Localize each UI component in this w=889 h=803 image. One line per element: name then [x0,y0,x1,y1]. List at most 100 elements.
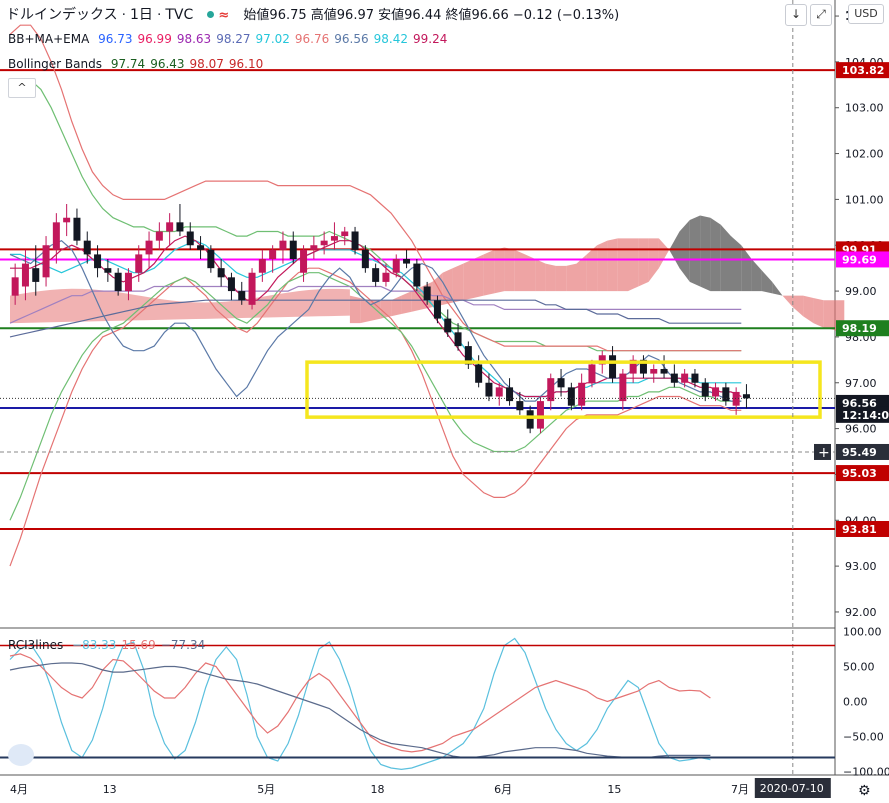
legend-label: RCI3lines [8,638,64,652]
legend-value: 98.42 [373,32,408,46]
legend-value: 97.02 [255,32,290,46]
legend-value: 97.74 [110,57,146,71]
candle-body [52,222,60,250]
download-icon[interactable]: ↓ [785,4,807,26]
fullscreen-icon[interactable]: ⤢ [810,4,832,26]
candle-body [238,291,246,301]
legend-rci[interactable]: RCI3lines −83.33 15.69 −77.34 [8,638,215,652]
candle-body [351,231,359,250]
kumo-segment [473,254,484,298]
candle-body [207,249,215,269]
candle-body [475,364,483,383]
candle-body [330,236,338,241]
candle-body [145,240,153,255]
wave-icon[interactable]: ≈ [218,8,229,23]
kumo-segment [360,297,371,324]
currency-button[interactable]: USD [848,4,884,24]
candle-body [94,254,102,269]
legend-label: Bollinger Bands [8,57,102,71]
candle-body [21,263,29,287]
candle-body [300,249,308,273]
time-axis-label: 4月 [10,783,28,796]
candle-body [516,401,524,411]
source-label: TVC [165,7,194,23]
candle-body [433,300,441,319]
kumo-segment [535,258,546,292]
candle-body [320,240,328,246]
candle-body [11,277,19,296]
kumo-segment [617,238,628,292]
candle-body [742,394,750,399]
kumo-segment [452,263,464,303]
legend-label: BB+MA+EMA [8,32,90,46]
price-tick-label: 92.00 [845,606,877,619]
price-tick-label: 101.00 [845,193,884,206]
close-value: 終値96.66 [445,8,509,23]
header-separator: · [121,8,130,23]
price-label: 99.69 [842,253,877,266]
legend-value: −83.33 [72,638,117,652]
candle-body [186,231,194,246]
candle-body [114,272,122,292]
candle-body [269,249,277,259]
legend-bbmaema[interactable]: BB+MA+EMA 96.73 96.99 98.63 98.27 97.02 96.76… [8,32,457,46]
candle-body [310,245,318,250]
legend-value: 98.27 [216,32,251,46]
kumo-segment [597,240,608,292]
kumo-segment [370,300,381,321]
symbol-name[interactable]: ドルインデックス [6,7,118,23]
rci-tick-label: 0.00 [843,696,868,709]
candle-body [73,217,81,241]
legend-value: 98.07 [189,57,224,71]
high-value: 高値96.97 [310,8,374,23]
candle-body [660,369,668,374]
market-status-icon [207,11,215,18]
price-label: 95.03 [842,467,877,480]
chart-canvas[interactable]: 105.00104.00103.00102.00101.00100.0099.0… [0,0,889,803]
legend-value: 96.76 [294,32,330,46]
candle-body [248,272,256,305]
candle-body [578,382,586,406]
candle-body [227,277,235,292]
candle-body [361,249,369,269]
candle-body [341,231,349,237]
candle-body [197,245,205,250]
kumo-segment [483,249,495,296]
legend-bollinger[interactable]: Bollinger Bands 97.74 96.43 98.07 96.10 [8,57,273,71]
candle-body [691,373,699,383]
price-tick-label: 96.00 [845,423,877,436]
rci-tick-label: 50.00 [843,661,875,674]
legend-value: 96.73 [98,32,133,46]
legend-values: 96.73 96.99 98.63 98.27 97.02 96.76 96.56 98.42… [98,32,452,46]
kumo-segment [813,297,824,328]
cloud-icon[interactable] [8,744,34,766]
candle-body [681,373,689,383]
interval-label[interactable]: 1日 [130,7,153,23]
candle-body [536,401,544,429]
collapse-legend-button[interactable]: ^ [8,78,36,98]
candle-body [712,387,720,397]
time-axis-label: 7月 [731,783,749,796]
kumo-segment [463,258,474,301]
candle-body [372,268,380,282]
candle-body [670,373,678,383]
legend-value: 96.56 [334,32,369,46]
rci-tick-label: −100.00 [843,766,889,779]
candle-body [403,258,411,264]
candle-body [495,387,503,397]
kumo-segment [628,238,639,292]
price-tick-label: 97.00 [845,377,877,390]
candle-body [289,240,297,259]
settings-gear-icon[interactable]: ⚙ [858,783,871,799]
legend-value: 96.99 [137,32,172,46]
kumo-segment [710,217,721,292]
candle-body [104,268,112,273]
candle-body [701,382,709,397]
kumo-segment [689,215,701,287]
kumo-segment [607,238,618,292]
cursor-date-label: 2020-07-10 [760,782,824,795]
open-value: 始値96.75 [243,8,307,23]
candle-body [32,268,40,282]
price-label: 103.82 [842,64,884,77]
candle-body [166,222,174,232]
